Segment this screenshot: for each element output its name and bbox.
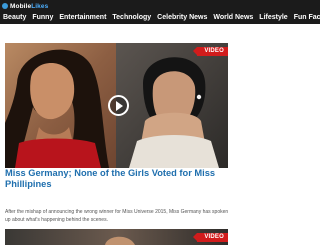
top-navigation-bar: MobileLikes Beauty Funny Entertainment T…: [0, 0, 320, 24]
site-logo[interactable]: MobileLikes: [0, 0, 48, 12]
video-badge-label-2: VIDEO: [204, 234, 224, 240]
nav-item-entertainment[interactable]: Entertainment: [56, 12, 109, 23]
article-card[interactable]: VIDEO: [5, 43, 228, 168]
video-badge-2: VIDEO: [193, 233, 228, 242]
nav-item-world-news[interactable]: World News: [210, 12, 256, 23]
nav-item-beauty[interactable]: Beauty: [0, 12, 29, 23]
nav-item-fun-facts[interactable]: Fun Facts: [291, 12, 320, 23]
logo-text-suffix: Likes: [31, 2, 49, 10]
badge-arrow-icon: [193, 47, 198, 55]
logo-text-prefix: Mobile: [10, 2, 32, 10]
article-card-2[interactable]: VIDEO: [5, 229, 228, 245]
video-badge-label: VIDEO: [204, 48, 224, 54]
play-icon[interactable]: [108, 95, 129, 116]
badge-arrow-icon: [193, 233, 198, 241]
category-nav: Beauty Funny Entertainment Technology Ce…: [0, 12, 320, 23]
nav-item-lifestyle[interactable]: Lifestyle: [256, 12, 290, 23]
logo-icon: [2, 3, 8, 9]
nav-item-celebrity-news[interactable]: Celebrity News: [154, 12, 210, 23]
article-excerpt: After the mishap of announcing the wrong…: [5, 209, 229, 223]
nav-item-funny[interactable]: Funny: [29, 12, 56, 23]
nav-item-technology[interactable]: Technology: [109, 12, 154, 23]
article-headline[interactable]: Miss Germany; None of the Girls Voted fo…: [5, 168, 233, 190]
video-badge: VIDEO: [193, 47, 228, 56]
